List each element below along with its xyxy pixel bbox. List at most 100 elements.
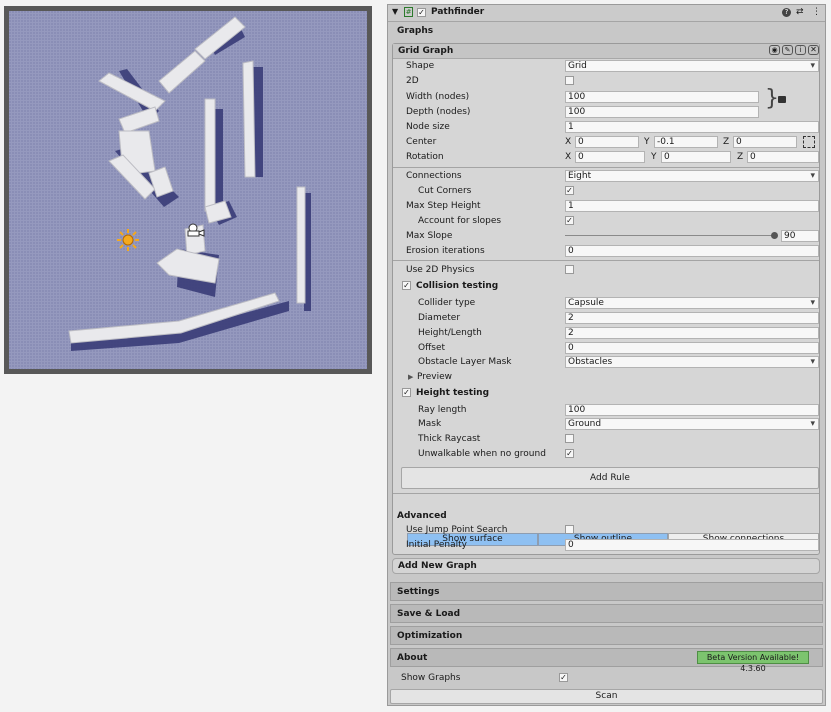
height-testing-checkbox[interactable]: ✓ [402, 388, 411, 397]
ray-length-field[interactable]: 100 [565, 404, 819, 416]
depth-label: Depth (nodes) [406, 107, 471, 117]
component-enabled-checkbox[interactable]: ✓ [417, 8, 426, 17]
graphs-section-header[interactable]: Graphs [388, 22, 825, 42]
settings-label: Settings [397, 587, 440, 597]
pivot-point-icon[interactable] [803, 136, 815, 148]
show-graphs-checkbox[interactable]: ✓ [559, 673, 568, 682]
jump-point-row: Use Jump Point Search [393, 523, 819, 537]
erosion-label: Erosion iterations [406, 246, 485, 256]
account-slopes-checkbox[interactable]: ✓ [565, 216, 574, 225]
center-z-field[interactable]: 0 [733, 136, 797, 148]
shape-label: Shape [406, 61, 435, 71]
center-z-axis: Z [723, 137, 730, 147]
show-graphs-label: Show Graphs [401, 673, 461, 683]
initial-penalty-field[interactable]: 0 [565, 539, 819, 551]
thick-raycast-checkbox[interactable] [565, 434, 574, 443]
more-icon[interactable]: ⋮ [812, 7, 821, 17]
height-testing-label: Height testing [416, 388, 490, 398]
jump-point-checkbox[interactable] [565, 525, 574, 534]
center-y-field[interactable]: -0.1 [654, 136, 718, 148]
cut-corners-row: Cut Corners ✓ [393, 184, 819, 198]
beta-version-badge[interactable]: Beta Version Available! 4.3.60 [697, 651, 809, 673]
initial-penalty-row: Initial Penalty 0 [393, 538, 819, 552]
two-d-row: 2D [393, 74, 819, 88]
max-step-field[interactable]: 1 [565, 200, 819, 212]
rename-pencil-icon[interactable]: ✎ [782, 45, 793, 55]
max-step-row: Max Step Height 1 [393, 199, 819, 213]
ray-length-row: Ray length 100 [393, 403, 819, 417]
rotation-z-field[interactable]: 0 [747, 151, 819, 163]
grid-graph-header[interactable]: Grid Graph ◉ ✎ i ✕ [393, 44, 819, 59]
connections-row: Connections Eight [393, 169, 819, 183]
unwalkable-checkbox[interactable]: ✓ [565, 449, 574, 458]
collapse-arrow-icon[interactable]: ▼ [392, 7, 398, 16]
center-x-axis: X [565, 137, 572, 147]
width-field[interactable]: 100 [565, 91, 759, 103]
two-d-label: 2D [406, 76, 419, 86]
erosion-field[interactable]: 0 [565, 245, 819, 257]
collision-testing-row: ✓ Collision testing [393, 279, 819, 293]
grid-graph-preview [9, 11, 367, 369]
rotation-y-field[interactable]: 0 [661, 151, 731, 163]
scene-viewport[interactable] [4, 6, 372, 374]
settings-section-header[interactable]: Settings [390, 582, 823, 601]
diameter-row: Diameter 2 [393, 311, 819, 325]
help-icon[interactable]: ? [782, 8, 791, 17]
connections-dropdown[interactable]: Eight [565, 170, 819, 182]
width-label: Width (nodes) [406, 92, 470, 102]
add-rule-button[interactable]: Add Rule [401, 467, 819, 489]
mask-dropdown[interactable]: Ground [565, 418, 819, 430]
add-new-graph-label: Add New Graph [398, 561, 477, 571]
aspect-lock-icon[interactable] [778, 96, 786, 103]
rotation-x-field[interactable]: 0 [575, 151, 645, 163]
node-size-field[interactable]: 1 [565, 121, 819, 133]
cut-corners-checkbox[interactable]: ✓ [565, 186, 574, 195]
max-slope-slider-track[interactable] [565, 232, 778, 239]
rotation-row: Rotation X 0 Y 0 Z 0 [393, 150, 819, 164]
offset-field[interactable]: 0 [565, 342, 819, 354]
two-d-checkbox[interactable] [565, 76, 574, 85]
collider-type-dropdown[interactable]: Capsule [565, 297, 819, 309]
center-x-field[interactable]: 0 [575, 136, 639, 148]
optimization-section-header[interactable]: Optimization [390, 626, 823, 645]
rotation-z-axis: Z [737, 152, 744, 162]
rotation-x-axis: X [565, 152, 572, 162]
offset-row: Offset 0 [393, 341, 819, 355]
node-size-row: Node size 1 [393, 120, 819, 134]
thick-raycast-row: Thick Raycast [393, 432, 819, 446]
shape-row: Shape Grid [393, 59, 819, 73]
visibility-eye-icon[interactable]: ◉ [769, 45, 780, 55]
obstacle-mask-row: Obstacle Layer Mask Obstacles [393, 355, 819, 369]
collision-testing-checkbox[interactable]: ✓ [402, 281, 411, 290]
max-slope-slider-thumb[interactable] [771, 232, 778, 239]
collider-type-row: Collider type Capsule [393, 296, 819, 310]
shape-dropdown[interactable]: Grid [565, 60, 819, 72]
about-label: About [397, 653, 428, 663]
max-slope-field[interactable]: 90 [781, 230, 819, 242]
diameter-label: Diameter [418, 313, 461, 323]
info-icon[interactable]: i [795, 45, 806, 55]
center-row: Center X 0 Y -0.1 Z 0 [393, 135, 819, 149]
obstacle-mask-dropdown[interactable]: Obstacles [565, 356, 819, 368]
jump-point-label: Use Jump Point Search [406, 525, 508, 535]
preview-foldout[interactable]: ▶ Preview [393, 370, 819, 384]
scan-button[interactable]: Scan [390, 689, 823, 704]
mask-row: Mask Ground [393, 417, 819, 431]
rotation-label: Rotation [406, 152, 444, 162]
account-slopes-label: Account for slopes [418, 216, 502, 226]
camera-icon[interactable] [180, 218, 205, 237]
delete-graph-icon[interactable]: ✕ [808, 45, 819, 55]
add-new-graph-button[interactable]: Add New Graph [392, 558, 820, 574]
save-load-section-header[interactable]: Save & Load [390, 604, 823, 623]
about-section-header[interactable]: About Beta Version Available! 4.3.60 [390, 648, 823, 673]
collider-type-label: Collider type [418, 298, 476, 308]
use-2d-physics-label: Use 2D Physics [406, 265, 475, 275]
diameter-field[interactable]: 2 [565, 312, 819, 324]
component-header[interactable]: ▼ # ✓ Pathfinder ? ⇄ ⋮ [388, 5, 825, 22]
sun-light-icon[interactable] [112, 224, 139, 251]
height-length-field[interactable]: 2 [565, 327, 819, 339]
use-2d-physics-checkbox[interactable] [565, 265, 574, 274]
settings-sliders-icon[interactable]: ⇄ [796, 7, 804, 17]
depth-field[interactable]: 100 [565, 106, 759, 118]
unwalkable-label: Unwalkable when no ground [418, 449, 546, 459]
